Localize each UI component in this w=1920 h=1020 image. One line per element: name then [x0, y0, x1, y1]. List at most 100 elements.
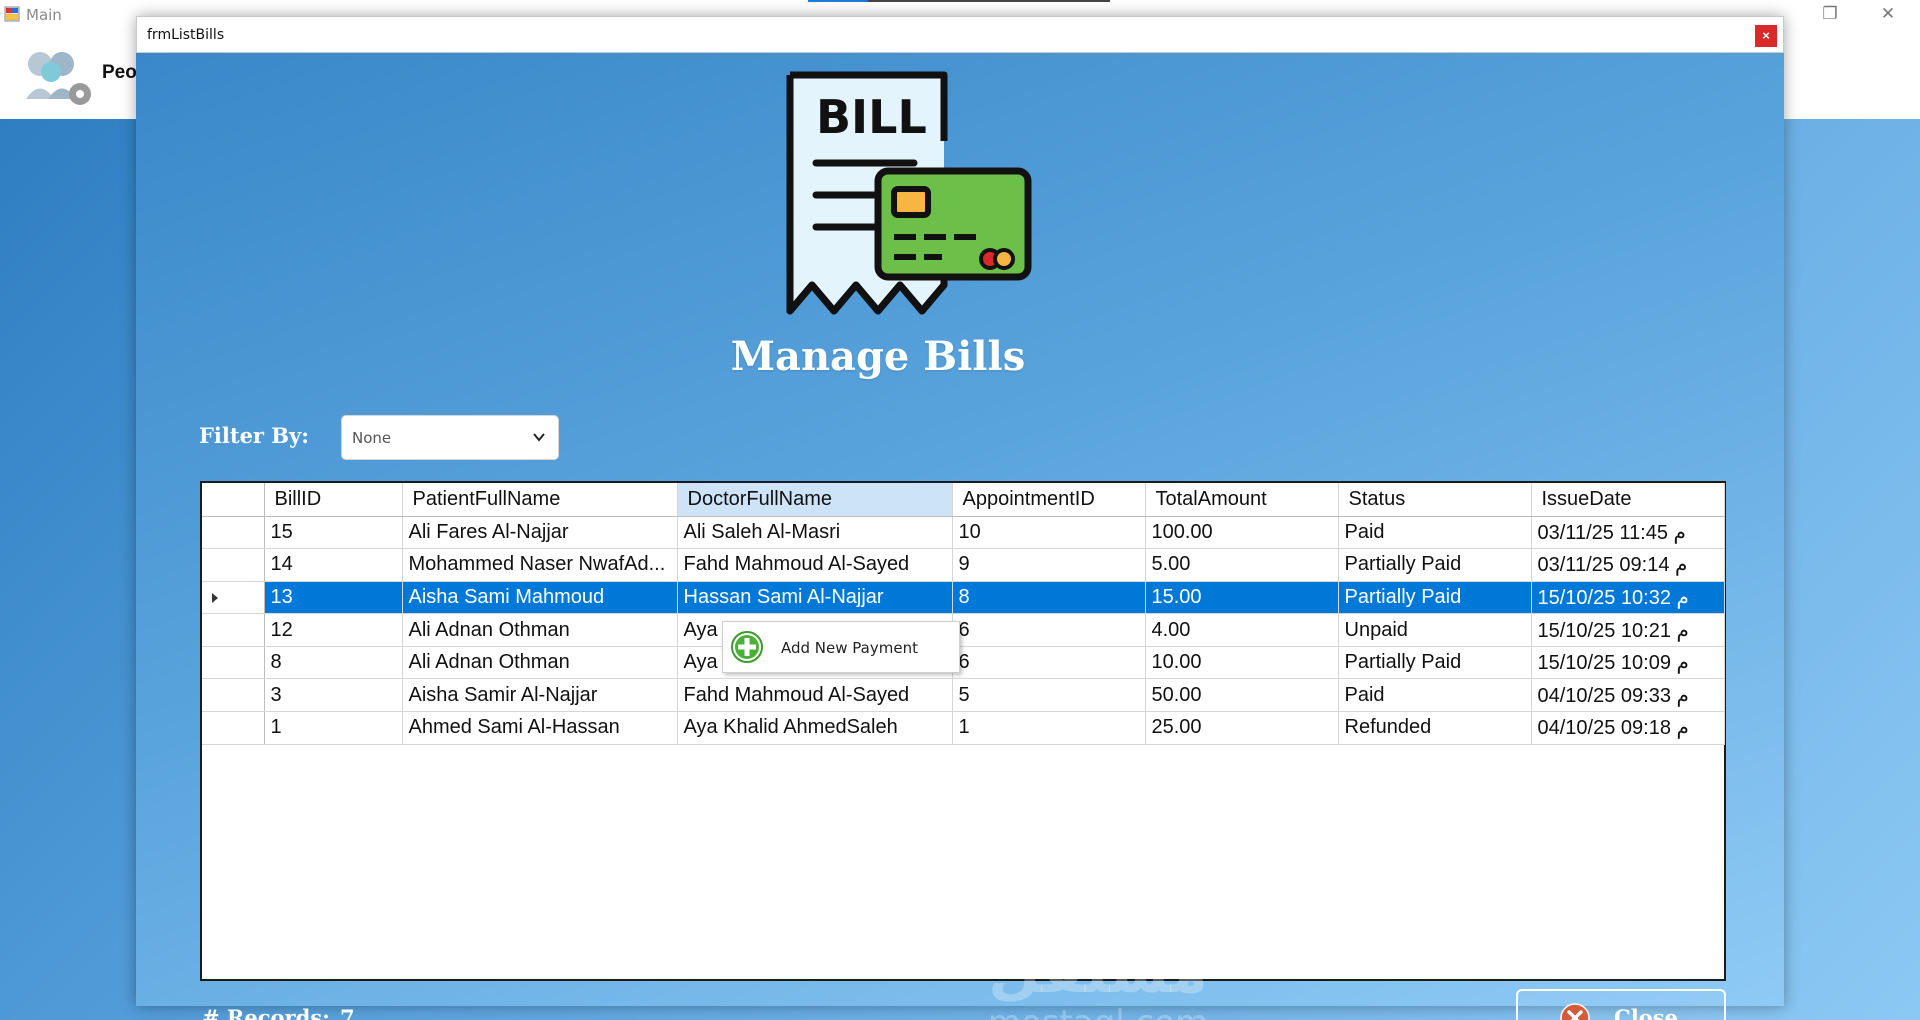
people-label[interactable]: Peo [102, 62, 137, 84]
bills-form: frmListBills × BILL Manage Bills Filter … [136, 16, 1784, 1020]
table-cell[interactable]: 10 [952, 516, 1146, 550]
grid-context-menu: Add New Payment [722, 621, 960, 673]
taskbar-indicator [808, 0, 1110, 2]
watermark-arabic: مستقل [988, 937, 1208, 1007]
table-cell[interactable]: 15/10/25 10:09 م [1531, 646, 1725, 680]
table-cell[interactable]: Ali Adnan Othman [402, 646, 678, 680]
form-close-icon[interactable]: × [1755, 25, 1777, 47]
table-cell[interactable]: Fahd Mahmoud Al-Sayed [677, 678, 953, 713]
table-row[interactable]: 8 Ali Adnan Othman Aya Khalid AhmedSaleh… [202, 646, 1725, 680]
table-cell[interactable]: 13 [264, 581, 403, 615]
close-button[interactable]: Close [1516, 989, 1726, 1020]
table-cell[interactable]: Ali Saleh Al-Masri [677, 516, 953, 550]
close-button-label: Close [1614, 1005, 1678, 1020]
table-cell[interactable]: Partially Paid [1338, 548, 1532, 582]
table-cell[interactable]: 12 [264, 613, 403, 647]
table-cell[interactable]: 8 [264, 646, 403, 680]
main-close-icon[interactable]: ✕ [1860, 0, 1916, 30]
column-header[interactable]: Status [1338, 483, 1532, 517]
main-window-title: Main [26, 6, 62, 24]
table-cell[interactable]: Partially Paid [1338, 646, 1532, 680]
table-cell[interactable]: 15/10/25 10:32 م [1531, 581, 1725, 615]
table-cell[interactable]: 04/10/25 09:33 م [1531, 678, 1725, 713]
form-body: BILL Manage Bills Filter By: None BillID… [136, 53, 1784, 1020]
row-header[interactable] [202, 613, 265, 647]
table-row[interactable]: 1 Ahmed Sami Al-Hassan Aya Khalid AhmedS… [202, 711, 1725, 745]
table-cell[interactable]: 8 [952, 581, 1146, 615]
table-cell[interactable]: 6 [952, 613, 1146, 647]
table-cell[interactable]: Refunded [1338, 711, 1532, 745]
table-cell[interactable]: 5 [952, 678, 1146, 713]
table-cell[interactable]: 50.00 [1145, 678, 1339, 713]
people-settings-icon[interactable] [18, 44, 98, 114]
table-cell[interactable]: 5.00 [1145, 548, 1339, 582]
form-titlebar: frmListBills × [136, 16, 1784, 53]
row-header[interactable] [202, 516, 265, 550]
records-count: 7 [340, 1005, 355, 1020]
table-cell[interactable]: Partially Paid [1338, 581, 1532, 615]
table-row-selected[interactable]: 13 Aisha Sami Mahmoud Hassan Sami Al-Naj… [202, 581, 1725, 615]
table-cell[interactable]: 15/10/25 10:21 م [1531, 613, 1725, 647]
row-header[interactable] [202, 581, 265, 615]
table-cell[interactable]: 1 [952, 711, 1146, 745]
table-cell[interactable]: 25.00 [1145, 711, 1339, 745]
table-cell[interactable]: 9 [952, 548, 1146, 582]
row-header[interactable] [202, 711, 265, 745]
column-header[interactable]: PatientFullName [402, 483, 678, 517]
close-circle-icon [1560, 1003, 1590, 1020]
table-cell[interactable]: 15.00 [1145, 581, 1339, 615]
table-cell[interactable]: 14 [264, 548, 403, 582]
column-header[interactable]: TotalAmount [1145, 483, 1339, 517]
column-header[interactable]: BillID [264, 483, 403, 517]
table-cell[interactable]: 03/11/25 11:45 م [1531, 516, 1725, 550]
table-cell[interactable]: 04/10/25 09:18 م [1531, 711, 1725, 745]
table-row[interactable]: 15 Ali Fares Al-Najjar Ali Saleh Al-Masr… [202, 516, 1725, 550]
table-row[interactable]: 14 Mohammed Naser NwafAd... Fahd Mahmoud… [202, 548, 1725, 582]
table-cell[interactable]: 6 [952, 646, 1146, 680]
column-header[interactable]: IssueDate [1531, 483, 1725, 517]
plus-circle-icon [731, 631, 763, 663]
row-header-corner [202, 483, 265, 517]
watermark-latin: mostaql.com [978, 1003, 1218, 1020]
row-header[interactable] [202, 646, 265, 680]
table-cell[interactable]: Ali Fares Al-Najjar [402, 516, 678, 550]
row-header[interactable] [202, 678, 265, 713]
table-row[interactable]: 12 Ali Adnan Othman Aya Khalid AhmedSale… [202, 613, 1725, 647]
current-row-arrow-icon [212, 592, 218, 603]
watermark: مستقل mostaql.com [978, 941, 1218, 1020]
table-cell[interactable]: 03/11/25 09:14 م [1531, 548, 1725, 582]
app-icon [4, 6, 20, 22]
table-cell[interactable]: Paid [1338, 678, 1532, 713]
table-cell[interactable]: Aisha Samir Al-Najjar [402, 678, 678, 713]
column-header[interactable]: DoctorFullName [677, 483, 953, 517]
table-cell[interactable]: Aisha Sami Mahmoud [402, 581, 678, 615]
filter-dropdown[interactable]: None [341, 415, 559, 460]
table-row[interactable]: 3 Aisha Samir Al-Najjar Fahd Mahmoud Al-… [202, 678, 1725, 713]
table-cell[interactable]: 10.00 [1145, 646, 1339, 680]
menu-item-add-new-payment[interactable]: Add New Payment [725, 624, 957, 670]
bills-grid[interactable]: BillID PatientFullName DoctorFullName Ap… [200, 481, 1726, 981]
column-header[interactable]: AppointmentID [952, 483, 1146, 517]
form-title: frmListBills [147, 27, 225, 43]
table-cell[interactable]: Mohammed Naser NwafAd... [402, 548, 678, 582]
table-cell[interactable]: Aya Khalid AhmedSaleh [677, 711, 953, 745]
table-cell[interactable]: 15 [264, 516, 403, 550]
table-cell[interactable]: Fahd Mahmoud Al-Sayed [677, 548, 953, 582]
table-cell[interactable]: Ahmed Sami Al-Hassan [402, 711, 678, 745]
table-cell[interactable]: Paid [1338, 516, 1532, 550]
filter-selected-value: None [352, 429, 392, 447]
restore-icon[interactable]: ❐ [1802, 0, 1858, 30]
table-cell[interactable]: 3 [264, 678, 403, 713]
chevron-down-icon [533, 433, 545, 442]
table-cell[interactable]: 100.00 [1145, 516, 1339, 550]
row-header[interactable] [202, 548, 265, 582]
table-cell[interactable]: 1 [264, 711, 403, 745]
table-cell[interactable]: Unpaid [1338, 613, 1532, 647]
filter-label: Filter By: [199, 423, 310, 448]
table-cell[interactable]: Ali Adnan Othman [402, 613, 678, 647]
menu-item-label: Add New Payment [781, 639, 918, 657]
page-title: Manage Bills [730, 333, 1026, 380]
table-cell[interactable]: 4.00 [1145, 613, 1339, 647]
logo-bill-text: BILL [816, 90, 927, 144]
table-cell[interactable]: Hassan Sami Al-Najjar [677, 581, 953, 615]
